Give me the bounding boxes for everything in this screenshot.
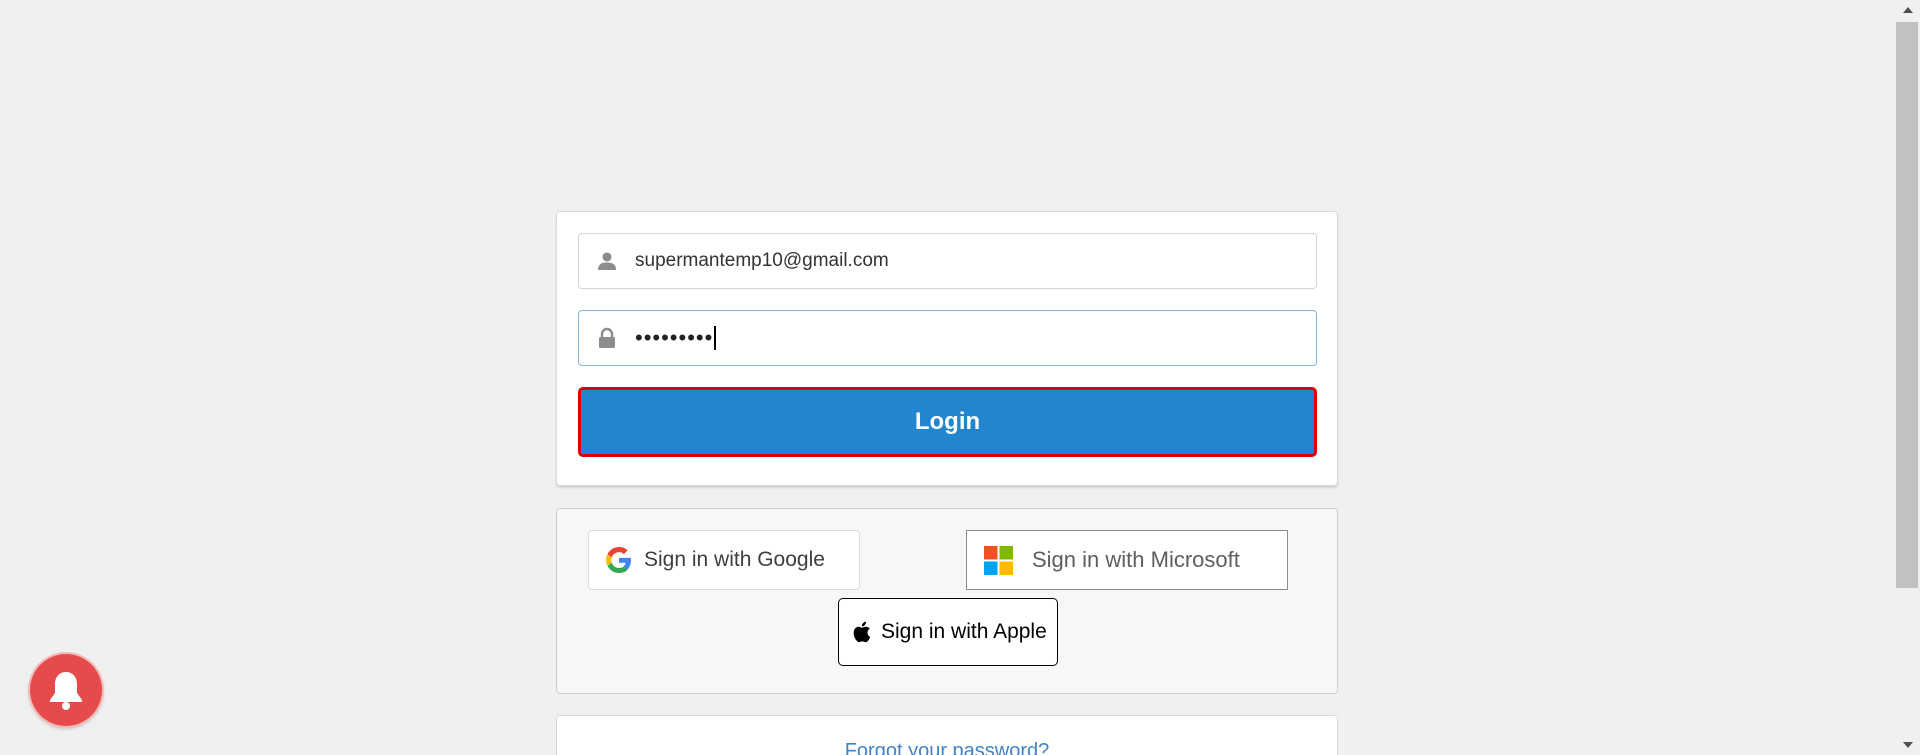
apple-signin-label: Sign in with Apple	[881, 620, 1047, 643]
vertical-scrollbar[interactable]	[1895, 0, 1920, 755]
lock-icon	[596, 327, 618, 349]
email-field[interactable]: supermantemp10@gmail.com	[578, 233, 1317, 289]
apple-signin-button[interactable]: Sign in with Apple	[838, 598, 1058, 666]
google-signin-button[interactable]: Sign in with Google	[588, 530, 860, 590]
user-icon	[596, 250, 618, 272]
social-signin-card: Sign in with Google Sign in with Microso…	[556, 508, 1338, 694]
text-cursor	[714, 326, 717, 350]
google-signin-label: Sign in with Google	[644, 548, 825, 571]
email-value: supermantemp10@gmail.com	[635, 250, 889, 271]
login-button[interactable]: Login	[578, 387, 1317, 457]
forgot-password-card: Forgot your password?	[556, 715, 1338, 755]
scroll-up-arrow-icon[interactable]	[1895, 0, 1920, 20]
apple-logo-icon	[851, 620, 871, 644]
scrollbar-thumb[interactable]	[1896, 22, 1918, 588]
forgot-password-link[interactable]: Forgot your password?	[557, 740, 1337, 755]
scroll-down-arrow-icon[interactable]	[1895, 735, 1920, 755]
microsoft-signin-button[interactable]: Sign in with Microsoft	[966, 530, 1288, 590]
google-logo-icon	[606, 547, 632, 573]
bell-icon	[46, 669, 86, 711]
login-page: supermantemp10@gmail.com ••••••••• Login	[0, 0, 1920, 755]
login-form-card: supermantemp10@gmail.com ••••••••• Login	[556, 211, 1338, 486]
notification-bell-button[interactable]	[30, 654, 102, 726]
microsoft-logo-icon	[984, 545, 1013, 575]
password-value: •••••••••	[635, 325, 714, 350]
password-field[interactable]: •••••••••	[578, 310, 1317, 366]
microsoft-signin-label: Sign in with Microsoft	[1032, 547, 1240, 572]
